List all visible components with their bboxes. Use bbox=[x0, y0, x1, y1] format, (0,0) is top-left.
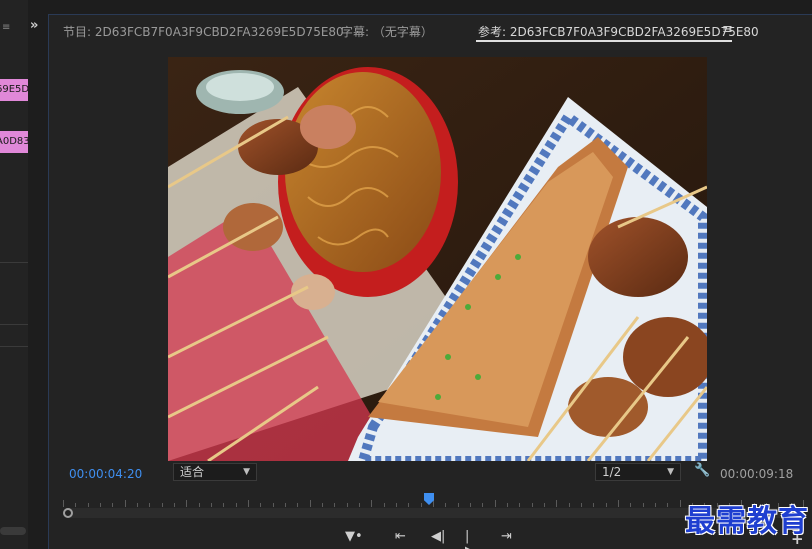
ruler-tick bbox=[679, 500, 681, 507]
clip-label: A0D83 bbox=[0, 136, 28, 147]
ruler-tick bbox=[248, 500, 249, 507]
ruler-tick bbox=[605, 503, 607, 507]
current-timecode[interactable]: 00:00:04:20 bbox=[69, 467, 142, 481]
tab-program[interactable]: 节目: 2D63FCB7F0A3F9CBD2FA3269E5D75E80 bbox=[63, 23, 344, 40]
ruler-tick bbox=[309, 500, 311, 507]
ruler-tick bbox=[667, 503, 669, 507]
ruler-tick bbox=[630, 503, 632, 507]
clip-label: 69E5D bbox=[0, 84, 28, 95]
ruler-tick bbox=[544, 503, 545, 507]
ruler-tick bbox=[482, 503, 484, 507]
zoom-level-select[interactable]: 适合 ▼ bbox=[173, 463, 257, 481]
ruler-tick bbox=[470, 503, 471, 507]
ruler-tick bbox=[420, 503, 422, 507]
expand-panels-icon[interactable]: » bbox=[30, 18, 38, 33]
ruler-tick bbox=[618, 500, 619, 507]
ruler-tick bbox=[494, 500, 496, 507]
ruler-tick bbox=[568, 503, 570, 507]
ruler-tick bbox=[198, 503, 200, 507]
ruler-tick bbox=[112, 503, 114, 507]
active-tab-indicator bbox=[476, 40, 732, 42]
divider bbox=[0, 346, 28, 347]
ruler-tick bbox=[507, 503, 508, 507]
panel-menu-icon[interactable]: ≡ bbox=[722, 22, 733, 37]
ruler-tick bbox=[137, 503, 138, 507]
ruler-tick bbox=[322, 503, 323, 507]
ruler-tick bbox=[346, 503, 348, 507]
ruler-tick bbox=[260, 503, 262, 507]
ruler-tick bbox=[223, 503, 225, 507]
tab-reference[interactable]: 参考: 2D63FCB7F0A3F9CBD2FA3269E5D75E80 bbox=[478, 23, 759, 40]
ruler-tick bbox=[519, 503, 521, 507]
divider bbox=[0, 262, 28, 263]
ruler-tick bbox=[124, 500, 126, 507]
ruler-tick bbox=[383, 503, 385, 507]
panel-menu-icon[interactable]: ≡ bbox=[2, 22, 10, 33]
left-scrollbar[interactable] bbox=[0, 527, 26, 535]
clip-item[interactable]: A0D83 bbox=[0, 131, 28, 153]
ruler-tick bbox=[75, 503, 77, 507]
ruler-tick bbox=[433, 500, 434, 507]
monitor-tabs: 节目: 2D63FCB7F0A3F9CBD2FA3269E5D75E80 字幕:… bbox=[49, 15, 812, 45]
ruler-tick bbox=[100, 503, 101, 507]
divider bbox=[0, 324, 28, 325]
playback-resolution-select[interactable]: 1/2 ▼ bbox=[595, 463, 681, 481]
ruler-tick bbox=[531, 503, 533, 507]
zoom-level-value: 适合 bbox=[180, 465, 205, 479]
step-back-icon[interactable]: ◀| bbox=[431, 529, 445, 544]
ruler-tick bbox=[186, 500, 188, 507]
ruler-tick bbox=[285, 503, 286, 507]
ruler-tick bbox=[593, 503, 595, 507]
video-frame-image bbox=[168, 57, 707, 461]
watermark-logo: 最需教育 bbox=[685, 504, 809, 539]
ruler-tick bbox=[211, 503, 212, 507]
panel-divider[interactable] bbox=[28, 0, 48, 549]
ruler-tick bbox=[359, 503, 360, 507]
ruler-tick bbox=[371, 500, 373, 507]
program-monitor: 节目: 2D63FCB7F0A3F9CBD2FA3269E5D75E80 字幕:… bbox=[48, 14, 812, 549]
ruler-tick bbox=[581, 503, 582, 507]
left-panel: ≡ 69E5D A0D83 bbox=[0, 0, 28, 549]
ruler-tick bbox=[87, 503, 89, 507]
step-forward-icon[interactable]: |▶ bbox=[465, 529, 475, 549]
ruler-tick bbox=[655, 503, 656, 507]
ruler-tick bbox=[161, 503, 163, 507]
ruler-tick bbox=[272, 503, 274, 507]
ruler-tick bbox=[63, 500, 64, 507]
chevron-down-icon: ▼ bbox=[243, 467, 250, 477]
ruler-tick bbox=[445, 503, 447, 507]
ruler-tick bbox=[235, 503, 237, 507]
chevron-down-icon: ▼ bbox=[667, 467, 674, 477]
ruler-tick bbox=[297, 503, 299, 507]
ruler-tick bbox=[457, 503, 459, 507]
go-to-in-icon[interactable]: ⇤ bbox=[395, 529, 406, 544]
go-to-out-icon[interactable]: ⇥ bbox=[501, 529, 512, 544]
video-viewer[interactable] bbox=[168, 57, 707, 461]
ruler-tick bbox=[396, 503, 397, 507]
tab-captions[interactable]: 字幕: （无字幕） bbox=[341, 23, 433, 40]
duration-timecode: 00:00:09:18 bbox=[720, 467, 794, 481]
ruler-tick bbox=[556, 500, 558, 507]
zoom-scroll-handle[interactable] bbox=[63, 508, 73, 518]
wrench-icon[interactable]: 🔧 bbox=[694, 463, 710, 478]
ruler-tick bbox=[334, 503, 336, 507]
resolution-value: 1/2 bbox=[602, 465, 622, 479]
ruler-tick bbox=[149, 503, 151, 507]
marker-icon[interactable]: ▼• bbox=[345, 529, 363, 544]
ruler-tick bbox=[642, 503, 644, 507]
ruler-tick bbox=[174, 503, 175, 507]
clip-item[interactable]: 69E5D bbox=[0, 79, 28, 101]
ruler-tick bbox=[408, 503, 410, 507]
